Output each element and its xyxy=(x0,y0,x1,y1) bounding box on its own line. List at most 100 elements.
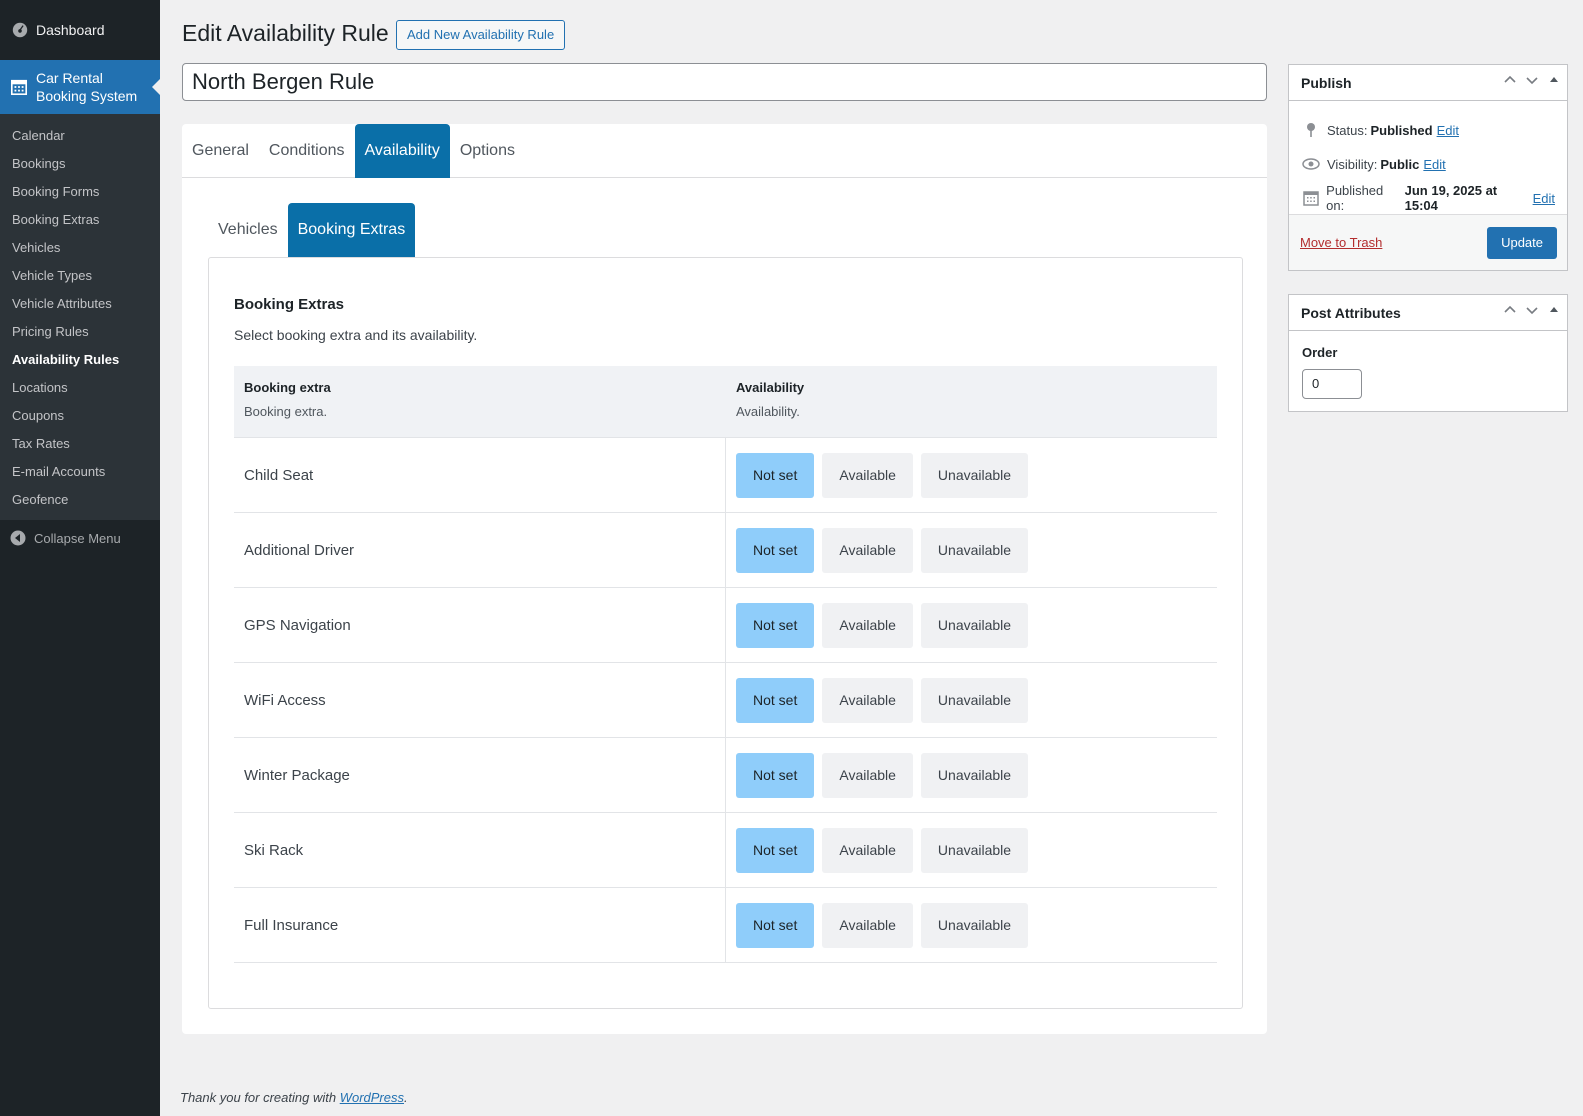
available-button[interactable]: Available xyxy=(822,602,913,648)
pin-icon xyxy=(1301,122,1321,138)
available-button[interactable]: Available xyxy=(822,752,913,798)
edit-status-link[interactable]: Edit xyxy=(1437,123,1459,138)
sidebar-item-pricing-rules[interactable]: Pricing Rules xyxy=(0,318,160,346)
sidebar-item-locations[interactable]: Locations xyxy=(0,374,160,402)
tab-options[interactable]: Options xyxy=(450,124,525,178)
status-label: Status: xyxy=(1327,122,1368,138)
sidebar-item-geofence[interactable]: Geofence xyxy=(0,486,160,514)
edit-visibility-link[interactable]: Edit xyxy=(1423,157,1445,172)
availability-options: Not set Available Unavailable xyxy=(726,888,1217,962)
main-tabs: General Conditions Availability Options xyxy=(182,124,1267,178)
footer-text: Thank you for creating with xyxy=(180,1090,337,1105)
sidebar-item-availability-rules[interactable]: Availability Rules xyxy=(0,346,160,374)
availability-options: Not set Available Unavailable xyxy=(726,513,1217,587)
sidebar-item-email-accounts[interactable]: E-mail Accounts xyxy=(0,458,160,486)
post-attributes-title: Post Attributes xyxy=(1301,304,1401,321)
not-set-button[interactable]: Not set xyxy=(736,452,815,498)
sidebar-item-vehicles[interactable]: Vehicles xyxy=(0,234,160,262)
header-booking-extra-desc: Booking extra. xyxy=(244,404,328,419)
sidebar-item-booking-extras[interactable]: Booking Extras xyxy=(0,206,160,234)
publish-header: Publish xyxy=(1289,65,1567,101)
status-row: Status: Published Edit xyxy=(1301,113,1555,147)
not-set-button[interactable]: Not set xyxy=(736,602,815,648)
page-title: Edit Availability Rule xyxy=(182,20,389,46)
move-to-trash-link[interactable]: Move to Trash xyxy=(1300,235,1382,250)
order-input[interactable]: 0 xyxy=(1302,369,1362,399)
footer-suffix: . xyxy=(404,1090,408,1105)
not-set-button[interactable]: Not set xyxy=(736,752,815,798)
published-value: Jun 19, 2025 at 15:04 xyxy=(1404,183,1498,213)
sidebar-item-vehicle-attributes[interactable]: Vehicle Attributes xyxy=(0,290,160,318)
box-controls xyxy=(1503,73,1561,90)
unavailable-button[interactable]: Unavailable xyxy=(920,752,1029,798)
available-button[interactable]: Available xyxy=(822,902,913,948)
submenu: Calendar Bookings Booking Forms Booking … xyxy=(0,114,160,520)
table-header: Booking extra Booking extra. Availabilit… xyxy=(234,366,1217,438)
available-button[interactable]: Available xyxy=(822,827,913,873)
sidebar-item-tax-rates[interactable]: Tax Rates xyxy=(0,430,160,458)
tab-general[interactable]: General xyxy=(182,124,259,178)
menu-dashboard[interactable]: Dashboard xyxy=(0,0,160,60)
calendar-icon xyxy=(1301,190,1320,206)
collapse-icon xyxy=(10,530,26,546)
move-up-icon[interactable] xyxy=(1503,73,1517,90)
not-set-button[interactable]: Not set xyxy=(736,827,815,873)
unavailable-button[interactable]: Unavailable xyxy=(920,827,1029,873)
table-row: GPS Navigation Not set Available Unavail… xyxy=(234,588,1217,663)
table-row: Winter Package Not set Available Unavail… xyxy=(234,738,1217,813)
menu-dashboard-label: Dashboard xyxy=(36,22,105,38)
not-set-button[interactable]: Not set xyxy=(736,677,815,723)
post-attributes-header: Post Attributes xyxy=(1289,295,1567,331)
table-row: Ski Rack Not set Available Unavailable xyxy=(234,813,1217,888)
collapse-menu-label: Collapse Menu xyxy=(34,530,121,546)
unavailable-button[interactable]: Unavailable xyxy=(920,452,1029,498)
subtab-vehicles[interactable]: Vehicles xyxy=(208,203,288,257)
menu-car-rental[interactable]: Car Rental Booking System xyxy=(0,60,160,114)
booking-extras-section: Booking Extras Select booking extra and … xyxy=(208,257,1243,1009)
add-new-rule-button[interactable]: Add New Availability Rule xyxy=(396,20,566,50)
table-row: Additional Driver Not set Available Unav… xyxy=(234,513,1217,588)
available-button[interactable]: Available xyxy=(822,452,913,498)
toggle-panel-icon[interactable] xyxy=(1547,73,1561,90)
available-button[interactable]: Available xyxy=(822,527,913,573)
sidebar-item-booking-forms[interactable]: Booking Forms xyxy=(0,178,160,206)
unavailable-button[interactable]: Unavailable xyxy=(920,602,1029,648)
edit-date-link[interactable]: Edit xyxy=(1533,191,1555,206)
move-up-icon[interactable] xyxy=(1503,303,1517,320)
menu-car-rental-label: Car Rental Booking System xyxy=(36,70,138,104)
post-title-input[interactable]: North Bergen Rule xyxy=(182,63,1267,101)
header-availability-desc: Availability. xyxy=(736,404,800,419)
wordpress-link[interactable]: WordPress xyxy=(340,1090,404,1105)
unavailable-button[interactable]: Unavailable xyxy=(920,677,1029,723)
publish-actions: Move to Trash Update xyxy=(1289,214,1567,270)
not-set-button[interactable]: Not set xyxy=(736,527,815,573)
header-booking-extra: Booking extra Booking extra. xyxy=(234,366,726,437)
not-set-button[interactable]: Not set xyxy=(736,902,815,948)
extra-name: Child Seat xyxy=(234,438,726,512)
sidebar-item-vehicle-types[interactable]: Vehicle Types xyxy=(0,262,160,290)
sidebar-item-calendar[interactable]: Calendar xyxy=(0,122,160,150)
extra-name: Winter Package xyxy=(234,738,726,812)
publish-title: Publish xyxy=(1301,74,1352,91)
available-button[interactable]: Available xyxy=(822,677,913,723)
order-label: Order xyxy=(1302,345,1338,360)
tab-availability[interactable]: Availability xyxy=(354,124,450,178)
box-controls xyxy=(1503,303,1561,320)
update-button[interactable]: Update xyxy=(1487,227,1557,259)
move-down-icon[interactable] xyxy=(1525,73,1539,90)
publish-box: Publish Status: Published Edit Visibilit… xyxy=(1288,64,1568,271)
status-value: Published xyxy=(1370,122,1433,138)
collapse-menu-button[interactable]: Collapse Menu xyxy=(0,527,160,549)
toggle-panel-icon[interactable] xyxy=(1547,303,1561,320)
availability-options: Not set Available Unavailable xyxy=(726,438,1217,512)
section-title: Booking Extras xyxy=(234,296,345,313)
sidebar-item-bookings[interactable]: Bookings xyxy=(0,150,160,178)
sidebar-item-coupons[interactable]: Coupons xyxy=(0,402,160,430)
unavailable-button[interactable]: Unavailable xyxy=(920,902,1029,948)
unavailable-button[interactable]: Unavailable xyxy=(920,527,1029,573)
subtab-booking-extras[interactable]: Booking Extras xyxy=(287,203,416,257)
move-down-icon[interactable] xyxy=(1525,303,1539,320)
sub-tabs: Vehicles Booking Extras xyxy=(208,203,416,257)
extra-name: GPS Navigation xyxy=(234,588,726,662)
tab-conditions[interactable]: Conditions xyxy=(259,124,355,178)
